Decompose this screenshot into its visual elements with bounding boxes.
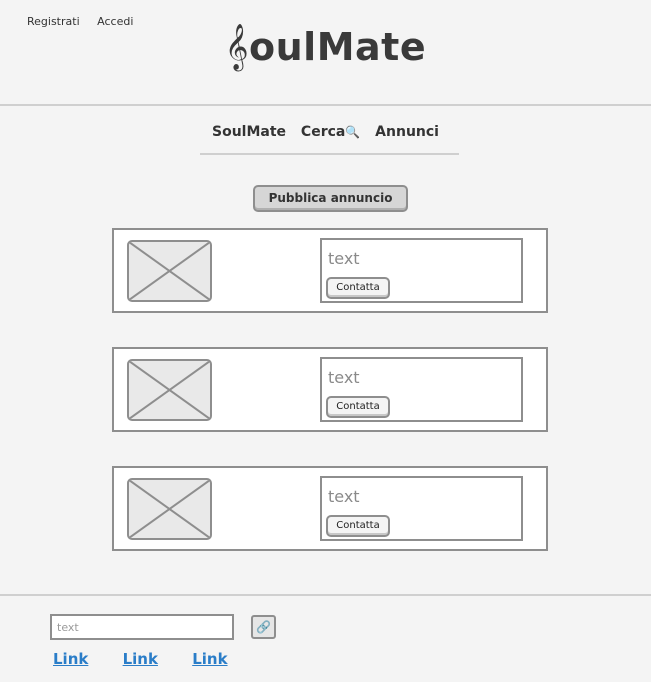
footer-divider (0, 594, 651, 596)
nav-item-cerca-label: Cerca (300, 124, 346, 140)
contact-button[interactable]: Contatta (326, 277, 390, 299)
footer-text-input[interactable] (50, 614, 234, 640)
header-divider (0, 104, 651, 106)
image-placeholder-icon (127, 359, 212, 421)
main-nav: SoulMate Cerca🔍 Annunci (0, 124, 651, 140)
logo-text: oulMate (249, 25, 427, 69)
ad-info-box: text Contatta (320, 238, 523, 303)
ad-card: text Contatta (112, 228, 548, 313)
image-placeholder-icon (127, 240, 212, 302)
nav-divider (200, 153, 459, 155)
nav-item-cerca[interactable]: Cerca🔍 (301, 124, 360, 140)
footer-links: Link Link Link (53, 650, 257, 668)
ad-info-box: text Contatta (320, 357, 523, 422)
ad-card: text Contatta (112, 466, 548, 551)
page: Registrati Accedi 𝄞oulMate SoulMate Cerc… (0, 0, 651, 682)
ad-info-box: text Contatta (320, 476, 523, 541)
publish-ad-button[interactable]: Pubblica annuncio (253, 185, 408, 212)
ad-text: text (328, 487, 360, 506)
nav-item-soulmate[interactable]: SoulMate (212, 124, 286, 140)
contact-button[interactable]: Contatta (326, 396, 390, 418)
ad-text: text (328, 368, 360, 387)
link-icon[interactable]: 🔗 (251, 615, 276, 639)
search-icon: 🔍 (345, 125, 361, 139)
ad-text: text (328, 249, 360, 268)
treble-clef-icon: 𝄞 (224, 24, 250, 70)
footer-link[interactable]: Link (123, 650, 158, 668)
site-logo: 𝄞oulMate (0, 24, 651, 70)
ad-card: text Contatta (112, 347, 548, 432)
contact-button[interactable]: Contatta (326, 515, 390, 537)
footer-link[interactable]: Link (192, 650, 227, 668)
nav-item-annunci[interactable]: Annunci (375, 124, 439, 140)
image-placeholder-icon (127, 478, 212, 540)
footer-link[interactable]: Link (53, 650, 88, 668)
